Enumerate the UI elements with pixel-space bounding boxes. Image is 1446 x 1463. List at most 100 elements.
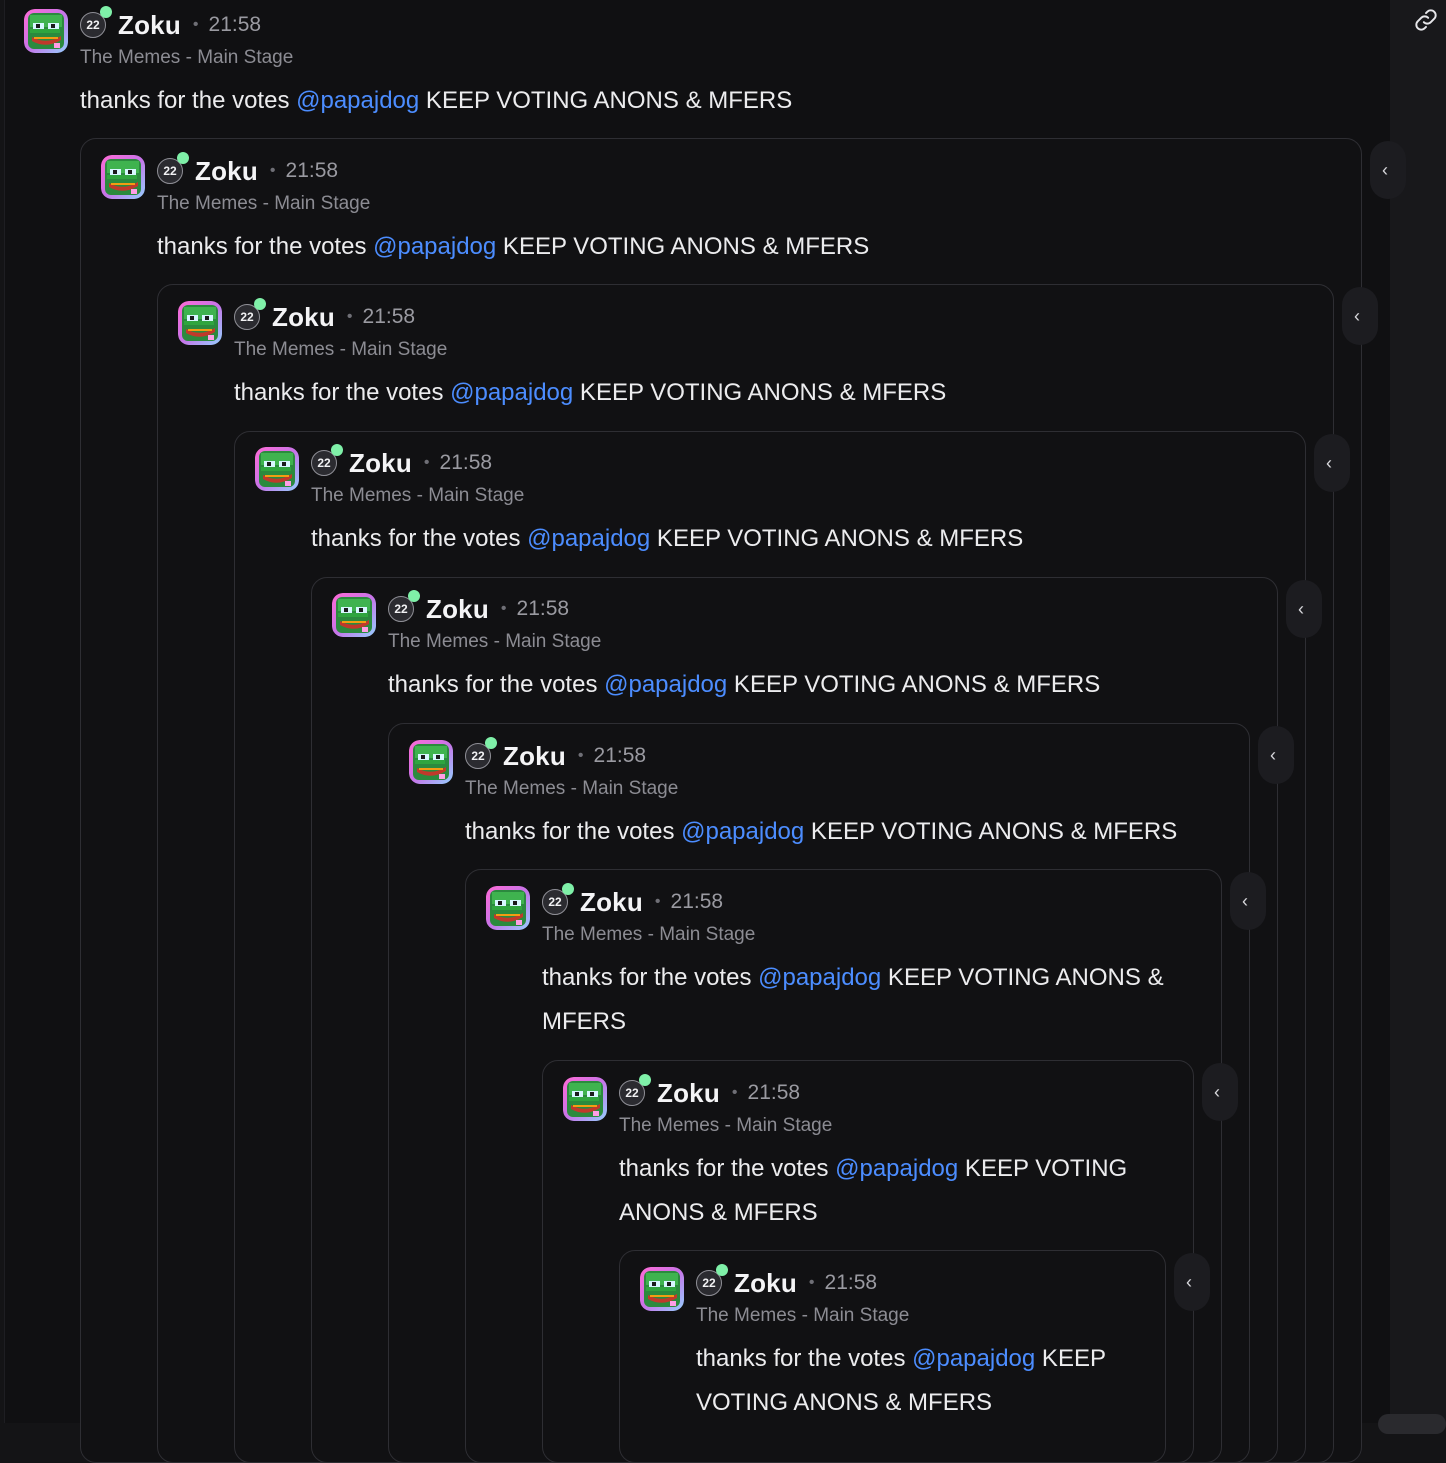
online-status-dot	[716, 1264, 728, 1276]
copy-link-button[interactable]	[1408, 4, 1444, 36]
online-status-dot	[639, 1074, 651, 1086]
timestamp: 21:58	[285, 159, 339, 182]
message-text-start: thanks for the votes	[234, 379, 451, 406]
level-number: 22	[86, 18, 100, 32]
channel-label[interactable]: The Memes - Main Stage	[234, 339, 447, 361]
level-badge: 22	[157, 152, 189, 184]
level-number: 22	[471, 749, 485, 763]
separator-dot: •	[808, 1274, 815, 1291]
user-mention[interactable]: @papajdog	[912, 1345, 1035, 1372]
avatar[interactable]	[563, 1077, 607, 1121]
message-header: 22 Zoku • 21:58	[234, 298, 416, 333]
channel-label[interactable]: The Memes - Main Stage	[388, 631, 601, 653]
link-icon	[1415, 9, 1437, 31]
avatar[interactable]	[332, 593, 376, 637]
message-text-end: KEEP VOTING ANONS & MFERS	[573, 379, 947, 406]
separator-dot: •	[731, 1084, 738, 1101]
channel-label[interactable]: The Memes - Main Stage	[311, 485, 524, 507]
channel-label[interactable]: The Memes - Main Stage	[696, 1305, 909, 1327]
level-number: 22	[702, 1276, 716, 1290]
user-mention[interactable]: @papajdog	[527, 525, 650, 552]
right-rail	[1390, 0, 1446, 1423]
user-mention[interactable]: @papajdog	[373, 233, 496, 260]
timestamp: 21:58	[824, 1271, 878, 1294]
message-text-start: thanks for the votes	[157, 233, 374, 260]
username[interactable]: Zoku	[118, 10, 181, 41]
username[interactable]: Zoku	[503, 741, 566, 772]
avatar[interactable]	[640, 1267, 684, 1311]
channel-label[interactable]: The Memes - Main Stage	[542, 924, 755, 946]
message-text: thanks for the votes @papajdog KEEP VOTI…	[465, 810, 1265, 854]
user-mention[interactable]: @papajdog	[604, 671, 727, 698]
message-header: 22 Zoku • 21:58	[311, 444, 493, 479]
online-status-dot	[331, 444, 343, 456]
chat-message: 22 Zoku • 21:58 The Memes - Main Stage thanks…	[178, 298, 1338, 461]
level-number: 22	[394, 602, 408, 616]
level-number: 22	[625, 1086, 639, 1100]
chat-message: 22 Zoku • 21:58 The Memes - Main Stage thanks…	[24, 6, 1384, 169]
level-badge: 22	[311, 444, 343, 476]
chat-message: 22 Zoku • 21:58 The Memes - Main Stage thanks…	[640, 1264, 1200, 1427]
message-text-end: KEEP VOTING ANONS & MFERS	[650, 525, 1024, 552]
level-number: 22	[163, 164, 177, 178]
timestamp: 21:58	[593, 744, 647, 767]
separator-dot: •	[192, 16, 199, 33]
online-status-dot	[562, 883, 574, 895]
user-mention[interactable]: @papajdog	[835, 1155, 958, 1182]
avatar[interactable]	[409, 740, 453, 784]
avatar[interactable]	[178, 301, 222, 345]
message-text: thanks for the votes @papajdog KEEP VOTI…	[542, 956, 1232, 1044]
level-number: 22	[548, 895, 562, 909]
channel-label[interactable]: The Memes - Main Stage	[465, 778, 678, 800]
separator-dot: •	[654, 893, 661, 910]
channel-label[interactable]: The Memes - Main Stage	[157, 193, 370, 215]
message-text-start: thanks for the votes	[542, 964, 759, 991]
message-text: thanks for the votes @papajdog KEEP VOTI…	[388, 663, 1288, 707]
timestamp: 21:58	[747, 1081, 801, 1104]
level-badge: 22	[465, 737, 497, 769]
message-text: thanks for the votes @papajdog KEEP VOTI…	[311, 517, 1311, 561]
message-header: 22 Zoku • 21:58	[157, 152, 339, 187]
chat-message: 22 Zoku • 21:58 The Memes - Main Stage thanks…	[101, 152, 1361, 315]
user-mention[interactable]: @papajdog	[758, 964, 881, 991]
message-text-start: thanks for the votes	[80, 87, 297, 114]
username[interactable]: Zoku	[272, 302, 335, 333]
message-text-start: thanks for the votes	[465, 818, 682, 845]
timestamp: 21:58	[362, 305, 416, 328]
username[interactable]: Zoku	[580, 887, 643, 918]
avatar[interactable]	[24, 9, 68, 53]
channel-label[interactable]: The Memes - Main Stage	[619, 1115, 832, 1137]
level-badge: 22	[542, 883, 574, 915]
separator-dot: •	[346, 308, 353, 325]
avatar[interactable]	[255, 447, 299, 491]
username[interactable]: Zoku	[195, 156, 258, 187]
chat-message: 22 Zoku • 21:58 The Memes - Main Stage thanks…	[332, 590, 1292, 753]
online-status-dot	[485, 737, 497, 749]
separator-dot: •	[423, 454, 430, 471]
level-badge: 22	[234, 298, 266, 330]
timestamp: 21:58	[208, 13, 262, 36]
scroll-indicator[interactable]	[1378, 1414, 1446, 1434]
online-status-dot	[408, 590, 420, 602]
level-number: 22	[317, 456, 331, 470]
user-mention[interactable]: @papajdog	[681, 818, 804, 845]
avatar[interactable]	[486, 886, 530, 930]
chat-message: 22 Zoku • 21:58 The Memes - Main Stage thanks…	[409, 737, 1269, 900]
online-status-dot	[254, 298, 266, 310]
timestamp: 21:58	[439, 451, 493, 474]
username[interactable]: Zoku	[734, 1268, 797, 1299]
message-header: 22 Zoku • 21:58	[696, 1264, 878, 1299]
user-mention[interactable]: @papajdog	[450, 379, 573, 406]
level-badge: 22	[696, 1264, 728, 1296]
message-header: 22 Zoku • 21:58	[388, 590, 569, 625]
message-text-start: thanks for the votes	[311, 525, 528, 552]
separator-dot: •	[500, 600, 507, 617]
username[interactable]: Zoku	[657, 1078, 720, 1109]
message-text: thanks for the votes @papajdog KEEP VOTI…	[696, 1337, 1196, 1425]
username[interactable]: Zoku	[349, 448, 412, 479]
message-text: thanks for the votes @papajdog KEEP VOTI…	[80, 79, 1380, 123]
username[interactable]: Zoku	[426, 594, 489, 625]
channel-label[interactable]: The Memes - Main Stage	[80, 47, 293, 69]
avatar[interactable]	[101, 155, 145, 199]
user-mention[interactable]: @papajdog	[296, 87, 419, 114]
